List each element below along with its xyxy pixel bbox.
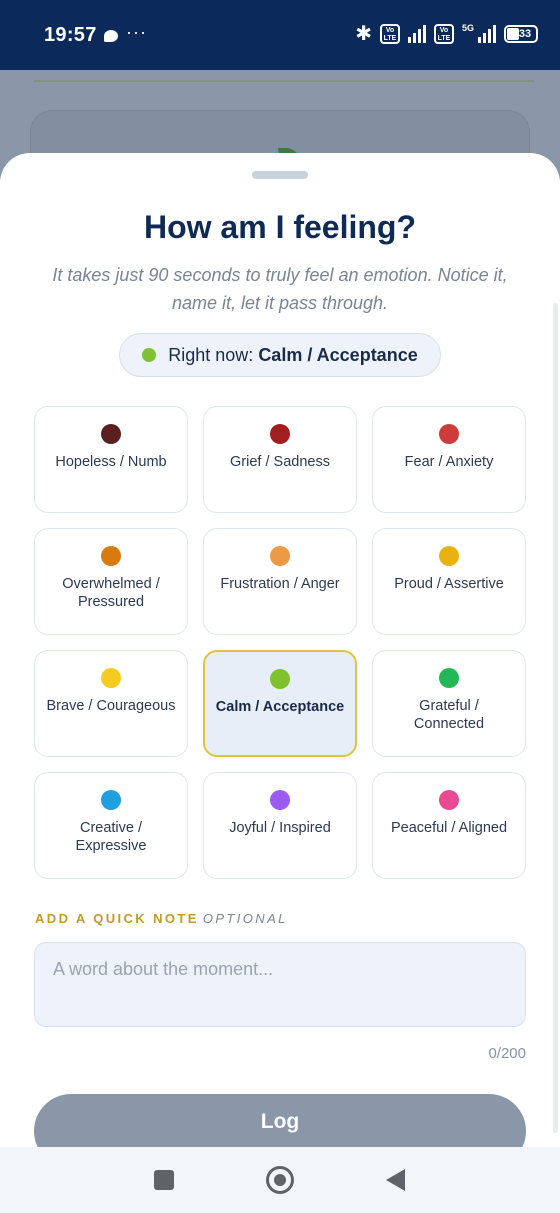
mood-option[interactable]: Proud / Assertive bbox=[372, 528, 526, 635]
mood-color-dot bbox=[270, 790, 290, 810]
mood-color-dot bbox=[270, 424, 290, 444]
mood-label: Creative / Expressive bbox=[75, 820, 147, 854]
mood-color-dot bbox=[439, 790, 459, 810]
current-mood-dot bbox=[142, 348, 157, 362]
background-divider bbox=[34, 80, 534, 82]
home-icon[interactable] bbox=[266, 1166, 294, 1194]
volte-icon: Vo LTE bbox=[379, 24, 400, 44]
mood-color-dot bbox=[270, 546, 290, 566]
more-notifications-icon: ··· bbox=[126, 22, 147, 42]
current-mood-value: Calm / Acceptance bbox=[258, 344, 418, 365]
mood-bottom-sheet: How am I feeling? It takes just 90 secon… bbox=[0, 153, 560, 1213]
recents-icon[interactable] bbox=[154, 1170, 174, 1190]
mood-grid: Hopeless / Numb Grief / Sadness Fear / Anx… bbox=[34, 406, 526, 879]
mood-label: Fear / Anxiety bbox=[404, 454, 494, 470]
mood-option[interactable]: Hopeless / Numb bbox=[34, 406, 188, 513]
mood-color-dot bbox=[101, 790, 121, 810]
signal-icon-sim2 bbox=[478, 25, 496, 43]
sheet-subtitle: It takes just 90 seconds to truly feel a… bbox=[52, 265, 508, 313]
mood-option[interactable]: Calm / Acceptance bbox=[203, 650, 357, 757]
mood-label: Hopeless / Numb bbox=[55, 454, 167, 470]
mood-label: Grateful / Connected bbox=[413, 698, 485, 732]
mood-label: Proud / Assertive bbox=[394, 576, 504, 592]
mood-label: Grief / Sadness bbox=[230, 454, 330, 470]
mood-option[interactable]: Grateful / Connected bbox=[372, 650, 526, 757]
note-label-text: ADD A QUICK NOTE bbox=[35, 911, 199, 926]
signal-icon-sim1 bbox=[407, 25, 426, 43]
status-icons: ✱ Vo LTE Vo LTE 5G 33 bbox=[355, 23, 538, 45]
mood-color-dot bbox=[101, 668, 121, 688]
chat-notification-icon bbox=[104, 30, 118, 42]
mood-label: Frustration / Anger bbox=[220, 576, 340, 592]
5g-icon: 5G bbox=[461, 23, 474, 33]
note-char-counter: 0/200 bbox=[488, 1045, 526, 1062]
note-input[interactable] bbox=[34, 942, 526, 1027]
back-icon[interactable] bbox=[386, 1169, 405, 1191]
mood-option[interactable]: Creative / Expressive bbox=[34, 772, 188, 879]
status-bar: 19:57 ··· ✱ Vo LTE Vo LTE 5G 33 bbox=[0, 0, 560, 70]
mood-option[interactable]: Frustration / Anger bbox=[203, 528, 357, 635]
mood-color-dot bbox=[101, 546, 121, 566]
mood-option[interactable]: Fear / Anxiety bbox=[372, 406, 526, 513]
mood-option[interactable]: Joyful / Inspired bbox=[203, 772, 357, 879]
current-mood-prefix: Right now: bbox=[168, 344, 254, 365]
current-mood-pill: Right now: Calm / Acceptance bbox=[119, 333, 441, 377]
system-nav-bar bbox=[0, 1147, 560, 1213]
battery-fill bbox=[507, 28, 519, 40]
mood-color-dot bbox=[439, 668, 459, 688]
sheet-title: How am I feeling? bbox=[143, 209, 417, 245]
bluetooth-icon: ✱ bbox=[355, 23, 372, 45]
volte-icon-sim2: Vo LTE bbox=[433, 24, 454, 44]
scrollbar[interactable] bbox=[553, 303, 558, 1133]
note-label: ADD A QUICK NOTE OPTIONAL bbox=[35, 911, 288, 926]
mood-option[interactable]: Peaceful / Aligned bbox=[372, 772, 526, 879]
drag-handle[interactable] bbox=[252, 171, 308, 179]
mood-color-dot bbox=[101, 424, 121, 444]
mood-label: Calm / Acceptance bbox=[215, 699, 345, 715]
note-optional-label: OPTIONAL bbox=[202, 911, 288, 926]
mood-option[interactable]: Grief / Sadness bbox=[203, 406, 357, 513]
status-time: 19:57 bbox=[44, 24, 97, 46]
mood-label: Brave / Courageous bbox=[46, 698, 176, 714]
mood-label: Peaceful / Aligned bbox=[390, 820, 508, 836]
mood-label: Overwhelmed / Pressured bbox=[62, 576, 160, 610]
mood-option[interactable]: Overwhelmed / Pressured bbox=[34, 528, 188, 635]
battery-level: 33 bbox=[518, 28, 532, 40]
mood-label: Joyful / Inspired bbox=[229, 820, 331, 836]
mood-color-dot bbox=[439, 546, 459, 566]
mood-option[interactable]: Brave / Courageous bbox=[34, 650, 188, 757]
mood-color-dot bbox=[270, 669, 290, 689]
mood-color-dot bbox=[439, 424, 459, 444]
battery-icon: 33 bbox=[504, 25, 538, 43]
